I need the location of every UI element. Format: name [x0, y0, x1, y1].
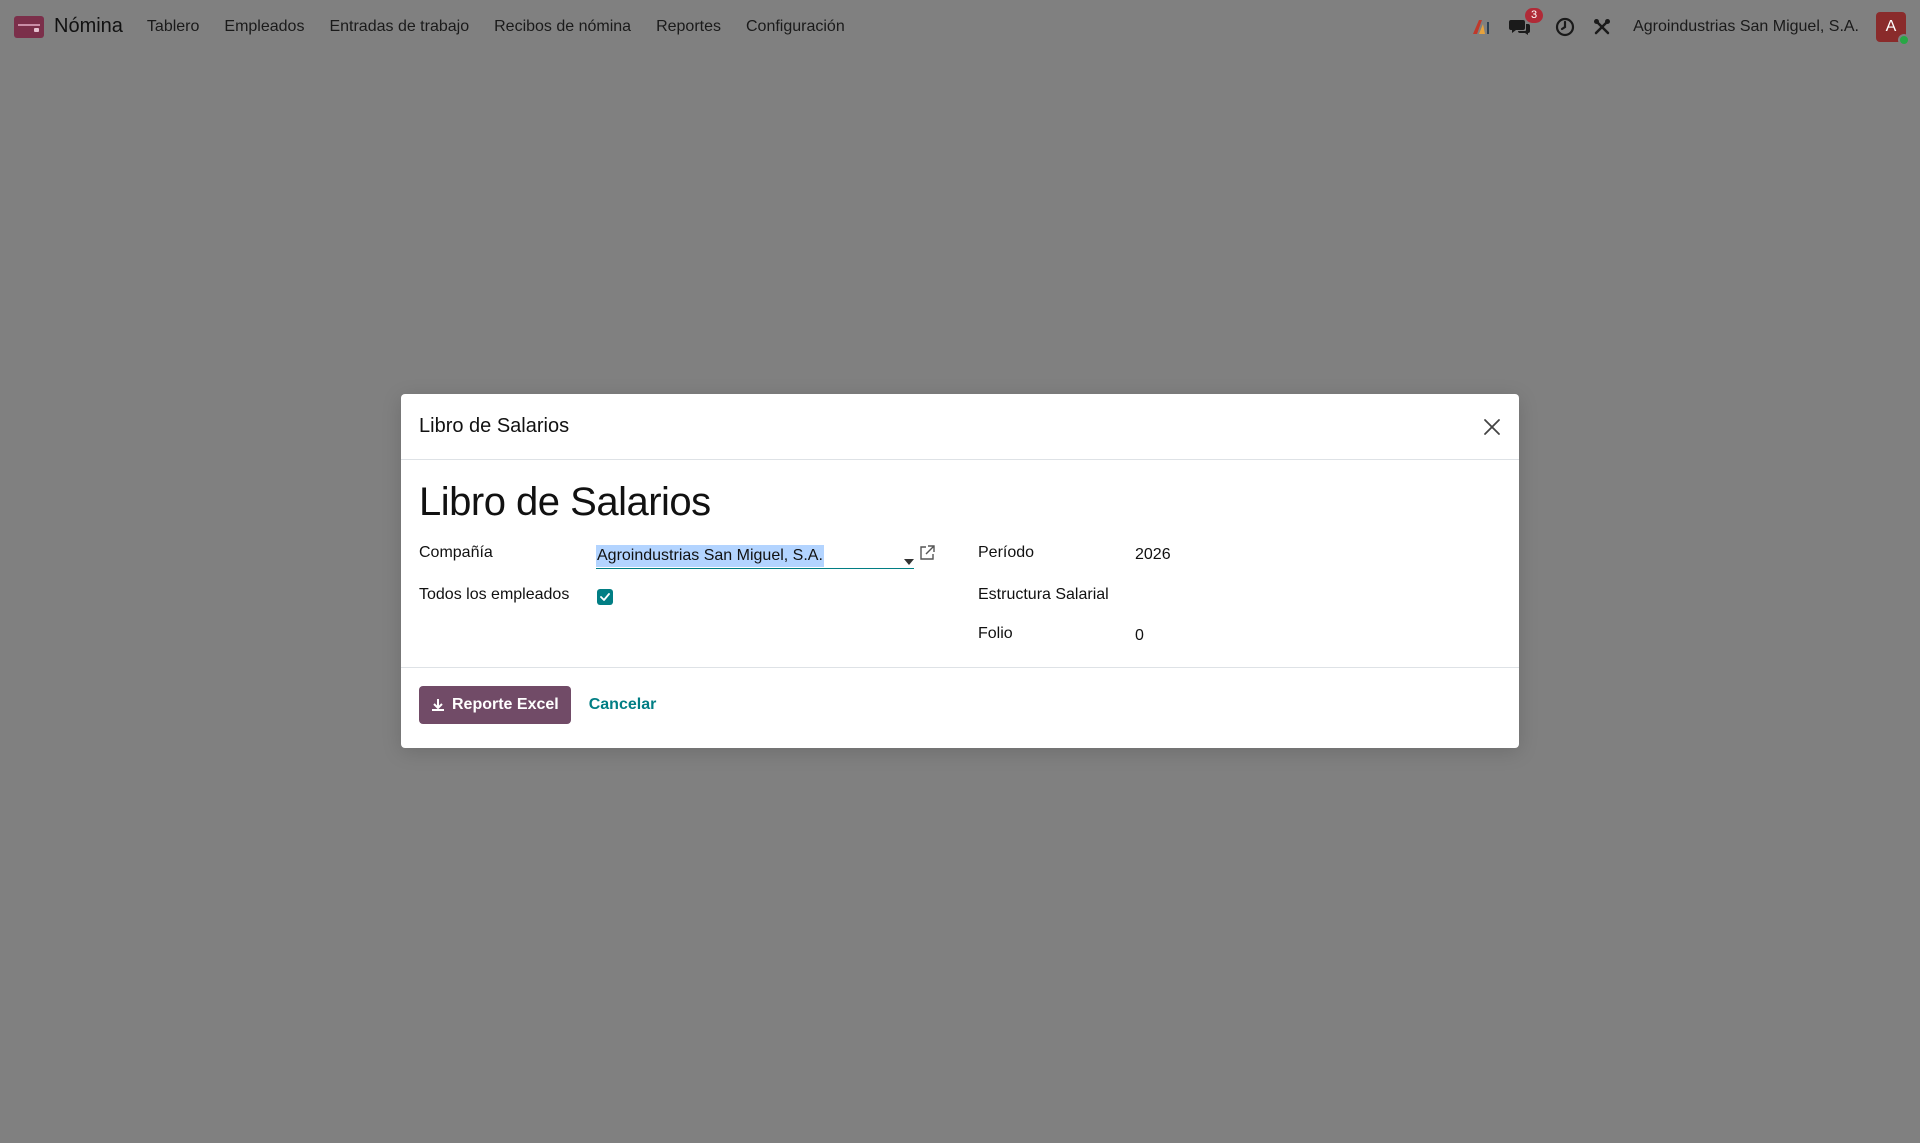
- period-label: Período: [978, 544, 1035, 561]
- current-company[interactable]: Agroindustrias San Miguel, S.A.: [1633, 18, 1859, 36]
- company-input[interactable]: Agroindustrias San Miguel, S.A.: [596, 544, 824, 567]
- modal-header: Libro de Salarios: [401, 394, 1519, 460]
- salary-structure-label: Estructura Salarial: [978, 586, 1109, 603]
- close-icon[interactable]: [1483, 418, 1501, 436]
- company-field[interactable]: Agroindustrias San Miguel, S.A.: [596, 543, 914, 569]
- app-name[interactable]: Nómina: [54, 15, 123, 38]
- modal-footer: Reporte Excel Cancelar: [401, 668, 1519, 742]
- menu-item-entradas-de-trabajo[interactable]: Entradas de trabajo: [329, 18, 469, 36]
- main-menu: Tablero Empleados Entradas de trabajo Re…: [147, 18, 870, 36]
- caret-down-icon[interactable]: [904, 552, 914, 570]
- folio-label: Folio: [978, 625, 1013, 642]
- clock-icon[interactable]: [1555, 17, 1575, 37]
- all-employees-checkbox[interactable]: [597, 589, 613, 605]
- menu-item-configuracion[interactable]: Configuración: [746, 18, 845, 36]
- libro-de-salarios-dialog: Libro de Salarios Libro de Salarios Comp…: [401, 394, 1519, 748]
- download-icon: [431, 698, 445, 712]
- reporte-excel-button[interactable]: Reporte Excel: [419, 686, 571, 724]
- user-avatar[interactable]: A: [1876, 11, 1910, 46]
- folio-field[interactable]: 0: [1135, 627, 1144, 645]
- reporte-excel-label: Reporte Excel: [452, 696, 559, 713]
- menu-item-recibos-de-nomina[interactable]: Recibos de nómina: [494, 18, 631, 36]
- top-navbar: Nómina Tablero Empleados Entradas de tra…: [0, 0, 1920, 53]
- menu-item-empleados[interactable]: Empleados: [224, 18, 304, 36]
- external-link-icon[interactable]: [918, 544, 936, 567]
- all-employees-label: Todos los empleados: [419, 586, 570, 603]
- modal-body: Libro de Salarios Compañía Agroindustria…: [401, 460, 1519, 668]
- avatar-initial: A: [1885, 17, 1897, 35]
- check-icon: [600, 593, 610, 601]
- navbar-systray: 3 Agroindustrias San Miguel, S.A. A: [1453, 7, 1910, 46]
- menu-item-reportes[interactable]: Reportes: [656, 18, 721, 36]
- menu-item-tablero[interactable]: Tablero: [147, 18, 199, 36]
- company-label: Compañía: [419, 544, 493, 561]
- cancel-button[interactable]: Cancelar: [589, 696, 657, 714]
- presence-indicator: [1898, 33, 1910, 46]
- modal-title: Libro de Salarios: [419, 415, 570, 437]
- chat-bubbles-icon[interactable]: 3: [1509, 7, 1544, 37]
- messages-badge: 3: [1525, 7, 1544, 23]
- payroll-app-icon[interactable]: [14, 15, 44, 38]
- tools-icon[interactable]: [1593, 18, 1611, 36]
- assistant-logo-icon[interactable]: [1471, 18, 1491, 36]
- period-field[interactable]: 2026: [1135, 546, 1171, 564]
- form-heading: Libro de Salarios: [419, 480, 711, 524]
